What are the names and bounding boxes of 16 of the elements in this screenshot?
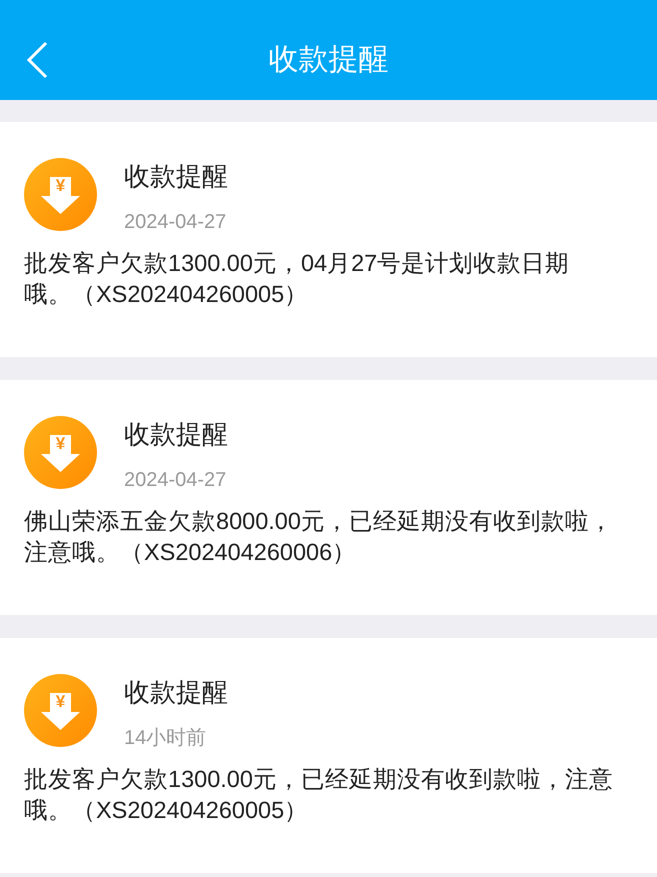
page-title: 收款提醒 xyxy=(268,42,388,78)
notification-card[interactable]: ¥ 收款提醒 14小时前 批发客户欠款1300.00元，已经延期没有收到款啦，注意哦。（XS202404260005） xyxy=(0,638,657,873)
money-download-icon: ¥ xyxy=(24,416,97,489)
notification-time: 2024-04-27 xyxy=(124,468,228,493)
money-download-icon: ¥ xyxy=(24,158,97,231)
notification-message: 批发客户欠款1300.00元，已经延期没有收到款啦，注意哦。（XS202404260005） xyxy=(24,765,614,825)
notification-time: 14小时前 xyxy=(124,726,208,751)
notification-title: 收款提醒 xyxy=(124,676,228,709)
notification-time: 2024-04-27 xyxy=(124,210,228,235)
notification-card[interactable]: ¥ 收款提醒 2024-04-27 批发客户欠款1300.00元，04月27号是计划收款日期哦。（XS202404260005） xyxy=(0,122,657,357)
money-download-icon: ¥ xyxy=(24,674,97,747)
notification-message: 批发客户欠款1300.00元，04月27号是计划收款日期哦。（XS202404260005） xyxy=(24,249,570,309)
notification-title: 收款提醒 xyxy=(124,418,228,451)
notification-title: 收款提醒 xyxy=(124,160,228,193)
notification-card[interactable]: ¥ 收款提醒 2024-04-27 佛山荣添五金欠款8000.00元，已经延期没有收到款啦，注意哦。（XS202404260006） xyxy=(0,380,657,615)
notification-message: 佛山荣添五金欠款8000.00元，已经延期没有收到款啦，注意哦。（XS202404260006） xyxy=(24,507,614,567)
